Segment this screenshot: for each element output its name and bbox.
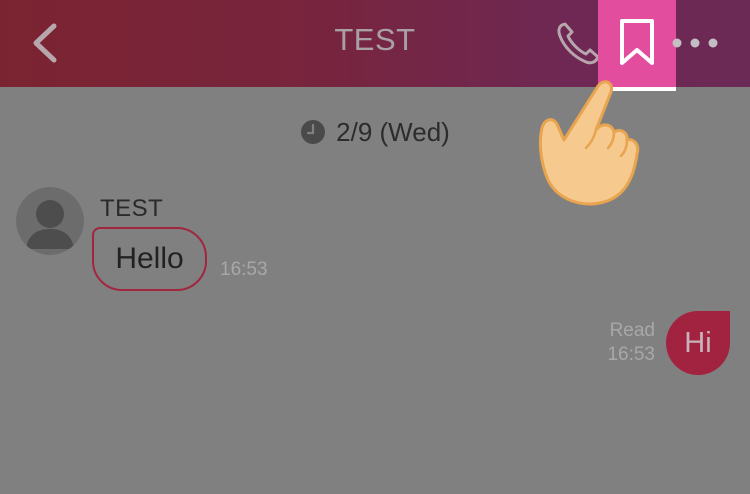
more-dots-icon [672, 38, 718, 48]
active-tab-indicator [598, 87, 676, 91]
more-options-button[interactable] [667, 30, 723, 56]
date-separator: 2/9 (Wed) [0, 115, 750, 149]
clock-icon [301, 120, 326, 144]
user-avatar-icon [16, 187, 84, 255]
bookmark-button[interactable] [598, 0, 676, 91]
avatar[interactable] [16, 187, 84, 255]
read-receipt: Read [609, 320, 655, 341]
chat-header: TEST [0, 0, 750, 91]
incoming-message-bubble[interactable]: Hello [92, 227, 207, 291]
sender-name: TEST [100, 195, 164, 222]
date-label: 2/9 (Wed) [336, 116, 450, 147]
outgoing-message-time: 16:53 [607, 344, 655, 365]
incoming-message-time: 16:53 [220, 259, 268, 280]
bookmark-icon [620, 19, 654, 65]
outgoing-message-bubble[interactable]: Hi [666, 311, 730, 375]
